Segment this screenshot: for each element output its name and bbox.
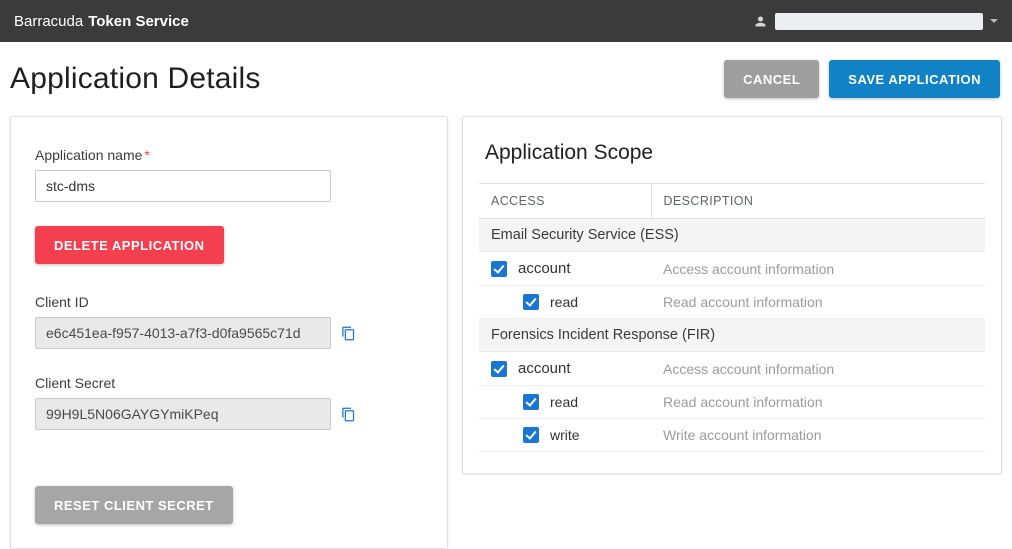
copy-client-secret-button[interactable] (341, 406, 356, 423)
scope-group-row: Email Security Service (ESS) (479, 219, 985, 252)
application-details-card: Application name* DELETE APPLICATION Cli… (10, 116, 448, 549)
scope-row: account Access account information (479, 352, 985, 386)
scope-title: Application Scope (485, 141, 985, 165)
scope-access-label: account (518, 260, 571, 277)
header-buttons: CANCEL SAVE APPLICATION (724, 60, 1000, 98)
scope-table-body: Email Security Service (ESS) account Acces… (479, 219, 985, 452)
scope-access-label: read (550, 394, 578, 410)
application-name-input[interactable] (35, 170, 331, 202)
topbar: Barracuda Token Service (0, 0, 1012, 42)
caret-down-icon (990, 19, 998, 23)
scope-description: Access account information (651, 352, 985, 386)
user-menu[interactable] (753, 13, 998, 30)
scope-access-label: account (518, 360, 571, 377)
scope-column-description: DESCRIPTION (651, 184, 985, 219)
brand: Barracuda Token Service (14, 13, 189, 30)
scope-group-title: Email Security Service (ESS) (479, 219, 985, 252)
client-id-label: Client ID (35, 294, 423, 310)
scope-checkbox[interactable] (523, 294, 539, 310)
scope-checkbox[interactable] (491, 361, 507, 377)
scope-description: Read account information (651, 386, 985, 419)
scope-access-cell: write (479, 419, 651, 452)
scope-access-label: write (550, 427, 580, 443)
scope-checkbox[interactable] (523, 427, 539, 443)
client-secret-field (35, 398, 331, 430)
application-name-label: Application name* (35, 147, 423, 163)
scope-access-label: read (550, 294, 578, 310)
application-name-label-text: Application name (35, 147, 142, 163)
application-scope-card: Application Scope ACCESS DESCRIPTION Ema… (462, 116, 1002, 474)
scope-description: Write account information (651, 419, 985, 452)
copy-icon (341, 411, 356, 426)
scope-row: read Read account information (479, 386, 985, 419)
content: Application name* DELETE APPLICATION Cli… (0, 116, 1012, 549)
client-secret-group: Client Secret (35, 375, 423, 430)
scope-row: account Access account information (479, 252, 985, 286)
scope-access-cell: read (479, 286, 651, 319)
scope-description: Read account information (651, 286, 985, 319)
client-id-field (35, 317, 331, 349)
scope-checkbox[interactable] (523, 394, 539, 410)
delete-application-button[interactable]: DELETE APPLICATION (35, 226, 224, 264)
scope-access-cell: account (479, 352, 651, 386)
scope-table-header-row: ACCESS DESCRIPTION (479, 184, 985, 219)
product-name: Token Service (88, 13, 189, 30)
copy-client-id-button[interactable] (341, 325, 356, 342)
required-marker: * (144, 147, 149, 163)
copy-icon (341, 330, 356, 345)
scope-access-cell: read (479, 386, 651, 419)
page-header: Application Details CANCEL SAVE APPLICAT… (0, 42, 1012, 116)
save-application-button[interactable]: SAVE APPLICATION (829, 60, 1000, 98)
scope-group-title: Forensics Incident Response (FIR) (479, 319, 985, 352)
scope-description: Access account information (651, 252, 985, 286)
client-id-group: Client ID (35, 294, 423, 349)
scope-table: ACCESS DESCRIPTION Email Security Servic… (479, 183, 985, 452)
scope-column-access: ACCESS (479, 184, 651, 219)
scope-checkbox[interactable] (491, 261, 507, 277)
user-name-redacted (775, 13, 983, 30)
user-icon (753, 14, 768, 29)
scope-row: read Read account information (479, 286, 985, 319)
client-secret-label: Client Secret (35, 375, 423, 391)
brand-name: Barracuda (14, 13, 83, 30)
cancel-button[interactable]: CANCEL (724, 60, 819, 98)
page-title: Application Details (10, 62, 261, 96)
scope-row: write Write account information (479, 419, 985, 452)
scope-access-cell: account (479, 252, 651, 286)
scope-group-row: Forensics Incident Response (FIR) (479, 319, 985, 352)
reset-client-secret-button[interactable]: RESET CLIENT SECRET (35, 486, 233, 524)
